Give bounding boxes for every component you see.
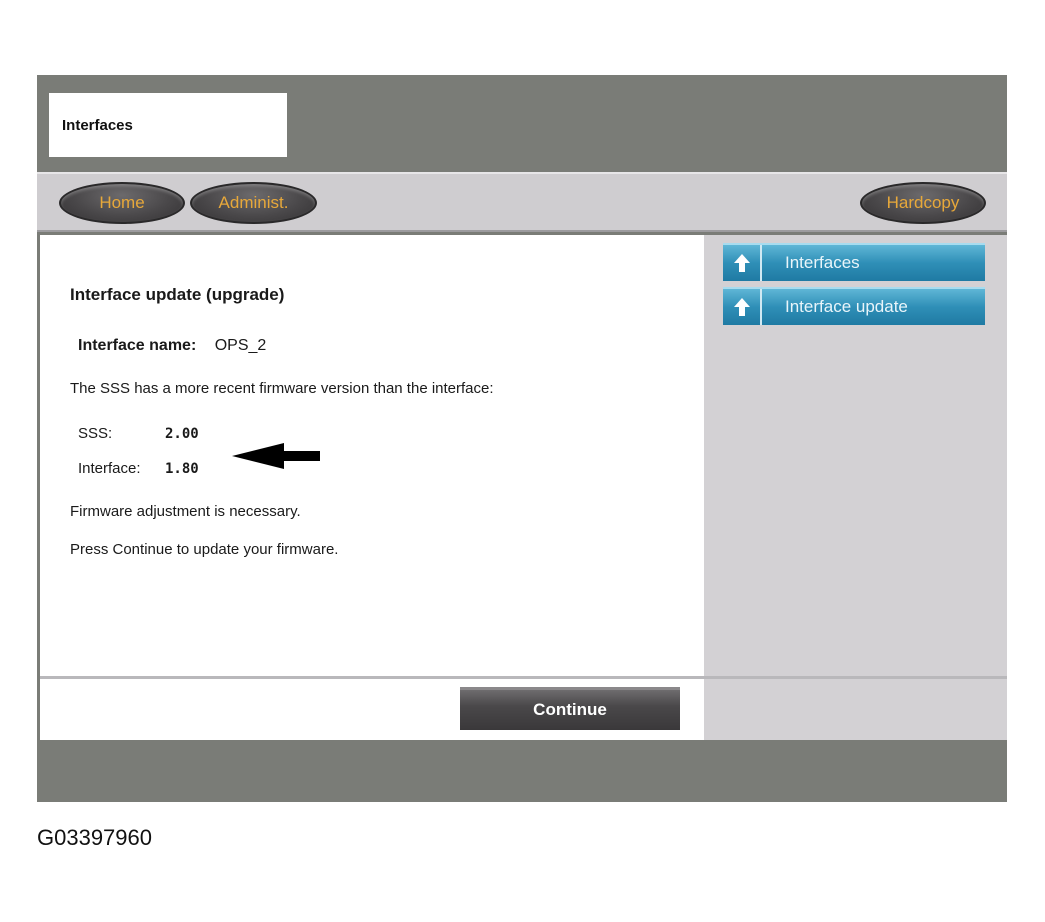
continue-button[interactable]: Continue: [460, 687, 680, 730]
interface-version-value: 1.80: [165, 461, 199, 477]
home-button[interactable]: Home: [59, 182, 185, 224]
sidebar-item-interface-update[interactable]: Interface update: [723, 287, 985, 325]
sidebar-item-label: Interface update: [785, 297, 908, 316]
window-title: Interfaces: [49, 93, 287, 157]
interface-name-label: Interface name:: [78, 337, 197, 354]
adjustment-note: Firmware adjustment is necessary.: [70, 503, 301, 520]
administration-button[interactable]: Administ.: [190, 182, 317, 224]
interface-version-label: Interface:: [78, 460, 141, 477]
firmware-message: The SSS has a more recent firmware versi…: [70, 380, 494, 397]
footer-side-panel: [704, 676, 1007, 740]
hardcopy-button[interactable]: Hardcopy: [860, 182, 986, 224]
app-window: Interfaces Home Administ. Hardcopy Inter…: [37, 75, 1007, 802]
interface-name-value: OPS_2: [214, 337, 267, 354]
interface-name-row: Interface name: OPS_2: [78, 337, 266, 355]
instruction-text: Press Continue to update your firmware.: [70, 541, 339, 558]
sss-version-row: SSS: 2.00: [78, 425, 199, 442]
figure-caption: G03397960: [37, 825, 152, 850]
arrow-left-icon: [232, 443, 320, 469]
sss-version-label: SSS:: [78, 425, 113, 442]
sidebar-item-interfaces[interactable]: Interfaces: [723, 243, 985, 281]
interface-version-row: Interface: 1.80: [78, 460, 199, 477]
footer-bar: Continue: [40, 676, 704, 740]
nav-bar: Home Administ. Hardcopy: [37, 172, 1007, 232]
sidebar-item-label: Interfaces: [785, 253, 860, 272]
main-content: Interface update (upgrade) Interface nam…: [40, 235, 704, 676]
page-title: Interface update (upgrade): [70, 285, 285, 304]
up-arrow-icon: [723, 289, 762, 325]
up-arrow-icon: [723, 245, 762, 281]
sss-version-value: 2.00: [165, 426, 199, 442]
sidebar: Interfaces Interface update: [704, 235, 1007, 676]
